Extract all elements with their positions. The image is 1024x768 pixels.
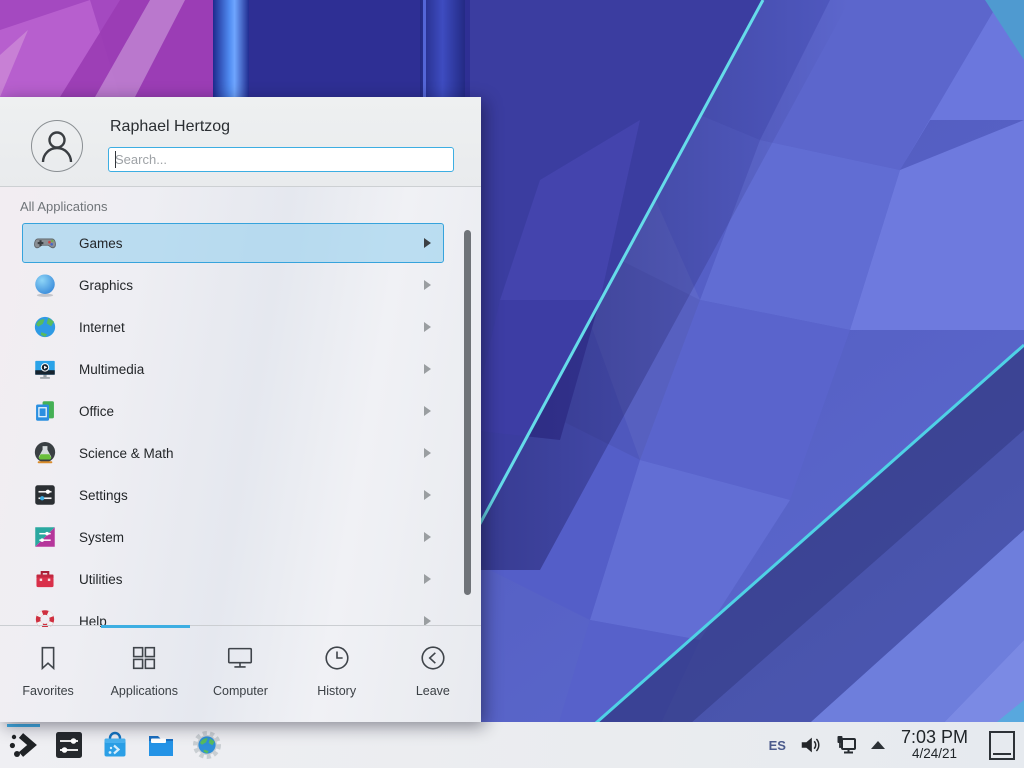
category-label: Settings bbox=[79, 488, 128, 503]
category-label: Graphics bbox=[79, 278, 133, 293]
category-multimedia[interactable]: Multimedia bbox=[22, 349, 444, 389]
category-label: Office bbox=[79, 404, 114, 419]
blue-folder-icon bbox=[145, 729, 177, 761]
chevron-right-icon bbox=[424, 322, 431, 332]
flask-icon bbox=[32, 440, 58, 466]
category-internet[interactable]: Internet bbox=[22, 307, 444, 347]
sliders-icon bbox=[32, 482, 58, 508]
globe-icon bbox=[32, 314, 58, 340]
tab-computer[interactable]: Computer bbox=[192, 626, 288, 722]
category-label: System bbox=[79, 530, 124, 545]
globe-gear-icon bbox=[191, 729, 223, 761]
discover-button[interactable] bbox=[99, 729, 131, 761]
category-system[interactable]: System bbox=[22, 517, 444, 557]
chevron-right-icon bbox=[424, 490, 431, 500]
dark-sliders-icon bbox=[53, 729, 85, 761]
system-tray: ES 7:03 PM 4/24/21 bbox=[769, 722, 1024, 768]
digital-clock[interactable]: 7:03 PM 4/24/21 bbox=[901, 728, 968, 763]
text-caret bbox=[115, 151, 116, 168]
file-manager-button[interactable] bbox=[145, 729, 177, 761]
clock-time: 7:03 PM bbox=[901, 728, 968, 748]
bookmark-icon bbox=[33, 643, 63, 673]
category-office[interactable]: Office bbox=[22, 391, 444, 431]
chevron-right-icon bbox=[424, 448, 431, 458]
category-settings[interactable]: Settings bbox=[22, 475, 444, 515]
system-sliders-icon bbox=[32, 524, 58, 550]
category-science-math[interactable]: Science & Math bbox=[22, 433, 444, 473]
grid-icon bbox=[129, 643, 159, 673]
category-label: Games bbox=[79, 236, 123, 251]
monitor-icon bbox=[225, 643, 255, 673]
category-graphics[interactable]: Graphics bbox=[22, 265, 444, 305]
show-desktop-button[interactable] bbox=[989, 731, 1015, 760]
web-browser-button[interactable] bbox=[191, 729, 223, 761]
search-input[interactable] bbox=[108, 147, 454, 172]
category-help[interactable]: Help bbox=[22, 601, 444, 627]
category-label: Internet bbox=[79, 320, 125, 335]
tab-label: Applications bbox=[111, 684, 178, 698]
category-label: Science & Math bbox=[79, 446, 174, 461]
category-utilities[interactable]: Utilities bbox=[22, 559, 444, 599]
toolbox-icon bbox=[32, 566, 58, 592]
volume-icon[interactable] bbox=[799, 734, 821, 756]
list-scrollbar[interactable] bbox=[464, 230, 471, 595]
documents-icon bbox=[32, 398, 58, 424]
application-launcher-menu: Raphael Hertzog All Applications Games G… bbox=[0, 97, 481, 722]
gamepad-icon bbox=[32, 230, 58, 256]
person-icon bbox=[32, 121, 82, 171]
section-label: All Applications bbox=[20, 199, 107, 214]
network-icon[interactable] bbox=[834, 733, 858, 757]
category-label: Utilities bbox=[79, 572, 123, 587]
expand-tray-icon[interactable] bbox=[871, 741, 885, 749]
tab-leave[interactable]: Leave bbox=[385, 626, 481, 722]
tab-label: Leave bbox=[416, 684, 450, 698]
blue-bag-icon bbox=[99, 729, 131, 761]
clock-date: 4/24/21 bbox=[901, 747, 968, 762]
category-games[interactable]: Games bbox=[22, 223, 444, 263]
chevron-right-icon bbox=[424, 532, 431, 542]
clock-icon bbox=[322, 643, 352, 673]
keyboard-layout-indicator[interactable]: ES bbox=[769, 738, 786, 753]
taskbar-panel: ES 7:03 PM 4/24/21 bbox=[0, 722, 1024, 768]
category-label: Multimedia bbox=[79, 362, 144, 377]
tab-history[interactable]: History bbox=[289, 626, 385, 722]
user-name: Raphael Hertzog bbox=[110, 118, 230, 136]
monitor-play-icon bbox=[32, 356, 58, 382]
chevron-right-icon bbox=[424, 280, 431, 290]
chevron-right-icon bbox=[424, 238, 431, 248]
chevron-right-icon bbox=[424, 364, 431, 374]
launcher-header: Raphael Hertzog bbox=[0, 97, 481, 187]
tab-label: Computer bbox=[213, 684, 268, 698]
user-avatar[interactable] bbox=[31, 120, 83, 172]
system-settings-button[interactable] bbox=[53, 729, 85, 761]
chevron-right-icon bbox=[424, 574, 431, 584]
kde-kicker-icon bbox=[7, 729, 39, 761]
tab-label: Favorites bbox=[22, 684, 73, 698]
leave-circle-icon bbox=[418, 643, 448, 673]
tab-favorites[interactable]: Favorites bbox=[0, 626, 96, 722]
chevron-right-icon bbox=[424, 406, 431, 416]
active-tab-indicator bbox=[101, 625, 190, 628]
tab-label: History bbox=[317, 684, 356, 698]
blue-ball-icon bbox=[32, 272, 58, 298]
application-launcher-button[interactable] bbox=[7, 729, 39, 761]
taskbar-apps bbox=[0, 722, 223, 768]
launcher-tab-bar: Favorites Applications Computer History bbox=[0, 625, 481, 722]
tab-applications[interactable]: Applications bbox=[96, 626, 192, 722]
category-list: Games Graphics Internet bbox=[22, 223, 444, 627]
